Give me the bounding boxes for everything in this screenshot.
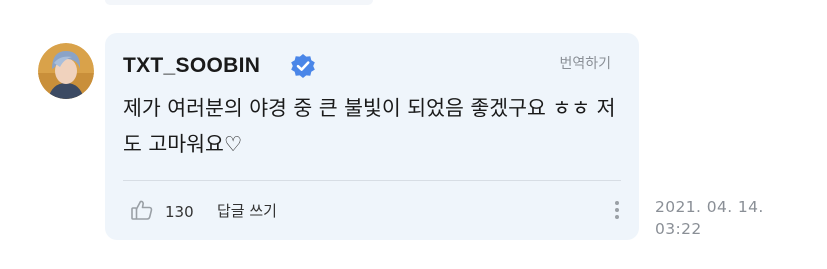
more-vertical-icon[interactable] (611, 198, 623, 224)
avatar[interactable] (38, 43, 94, 99)
comment-author[interactable]: TXT_SOOBIN (123, 54, 260, 78)
comment-bubble: TXT_SOOBIN 번역하기 제가 여러분의 야경 중 큰 불빛이 되었음 좋… (105, 33, 639, 240)
reply-button[interactable]: 답글 쓰기 (217, 202, 277, 220)
comment-timestamp: 2021. 04. 14. 03:22 (655, 196, 764, 240)
comment-time: 03:22 (655, 220, 702, 238)
comment-text: 제가 여러분의 야경 중 큰 불빛이 되었음 좋겠구요 ㅎㅎ 저도 고마워요♡ (123, 96, 616, 156)
translate-button[interactable]: 번역하기 (559, 55, 611, 73)
comment-thread: TXT_SOOBIN 번역하기 제가 여러분의 야경 중 큰 불빛이 되었음 좋… (0, 0, 827, 269)
thumbs-up-icon (131, 200, 153, 220)
previous-comment-bubble-edge (105, 0, 373, 5)
comment-date: 2021. 04. 14. (655, 198, 764, 216)
verified-badge-icon (291, 54, 315, 78)
like-button[interactable] (129, 197, 155, 223)
divider (123, 180, 621, 181)
avatar-image (38, 43, 94, 99)
like-count: 130 (165, 203, 194, 221)
